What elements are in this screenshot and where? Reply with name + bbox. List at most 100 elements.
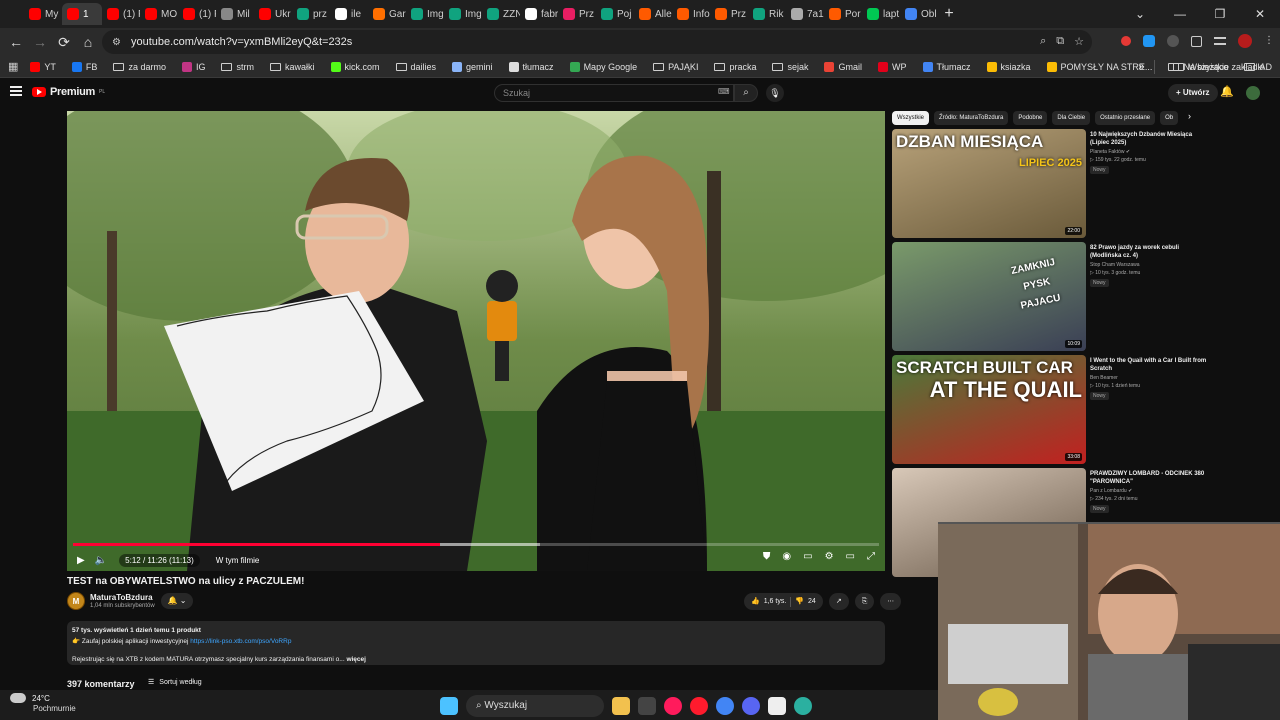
description-box[interactable]: 57 tys. wyświetleń 1 dzień temu 1 produk…: [67, 621, 885, 665]
menu-icon[interactable]: ⋮: [1264, 35, 1274, 47]
home-button[interactable]: ⌂: [76, 34, 100, 50]
bookmark-item[interactable]: Tłumacz: [915, 61, 979, 72]
opera-gx-icon[interactable]: [664, 697, 682, 715]
browser-tab[interactable]: Prz: [558, 3, 596, 25]
filter-chip[interactable]: Źródło: MaturaToBzdura: [934, 111, 1009, 125]
forward-button[interactable]: →: [28, 34, 52, 50]
mic-icon[interactable]: 🎙: [766, 84, 784, 102]
close-button[interactable]: ✕: [1240, 7, 1280, 21]
more-button[interactable]: ⋯: [880, 593, 902, 610]
thumbs-down-icon[interactable]: 👎: [795, 593, 804, 610]
recommendation-item[interactable]: DZBAN MIESIĄCA LIPIEC 2025 22:00 10 Najwięk…: [892, 129, 1272, 239]
recommendation-channel[interactable]: Ben Beamer: [1090, 375, 1118, 381]
browser-tab[interactable]: ZZN: [482, 3, 520, 25]
browser-tab[interactable]: Ukr: [254, 3, 292, 25]
channel-name[interactable]: MaturaToBzdura: [90, 593, 153, 602]
media-icon[interactable]: [1214, 37, 1226, 45]
menu-hamburger-icon[interactable]: [10, 86, 22, 96]
subtitles-icon[interactable]: ▭: [803, 551, 812, 562]
discord-icon[interactable]: [742, 697, 760, 715]
filter-chip[interactable]: Wszystkie: [892, 111, 929, 125]
bookmark-item[interactable]: gemini: [444, 61, 501, 72]
new-tab-button[interactable]: +: [938, 5, 960, 23]
browser-tab[interactable]: Obl: [900, 3, 938, 25]
browser-tab[interactable]: (1) F: [178, 3, 216, 25]
filter-chip[interactable]: Ob: [1160, 111, 1179, 125]
subscribed-bell-button[interactable]: 🔔 ⌄: [161, 593, 193, 609]
bookmark-item[interactable]: Mapy Google: [562, 61, 646, 72]
filter-chip[interactable]: Ostatnio przesłane: [1095, 111, 1156, 125]
fullscreen-icon[interactable]: ⤢: [867, 551, 875, 562]
channel-avatar[interactable]: M: [67, 592, 85, 610]
bookmark-item[interactable]: YT: [22, 61, 64, 72]
bookmark-item[interactable]: Gmail: [816, 61, 870, 72]
recommendation-channel[interactable]: Pan z Lombardu ✔: [1090, 488, 1132, 494]
search-button[interactable]: ⌕: [734, 84, 758, 102]
minimize-button[interactable]: —: [1160, 7, 1200, 21]
recommendation-item[interactable]: SCRATCH BUILT CAR AT THE QUAIL 33:08 I Went…: [892, 355, 1272, 465]
recommendation-title[interactable]: PRAWDZIWY LOMBARD - ODCINEK 380 "PAROWNI…: [1090, 470, 1210, 486]
bookmark-item[interactable]: kawałki: [262, 62, 323, 72]
apps-icon[interactable]: ▦: [8, 60, 18, 73]
recommendation-title[interactable]: I Went to the Quail with a Car I Built f…: [1090, 357, 1210, 373]
browser-tab[interactable]: Img: [444, 3, 482, 25]
translate-extension-icon[interactable]: [1143, 35, 1155, 47]
recommendation-title[interactable]: 10 Największych Dzbanów Miesiąca (Lipiec…: [1090, 131, 1210, 147]
bookmark-item[interactable]: sejak: [764, 62, 816, 72]
bookmark-item[interactable]: tłumacz: [501, 61, 562, 72]
browser-tab[interactable]: Por: [824, 3, 862, 25]
browser-tab[interactable]: ile: [330, 3, 368, 25]
recommendation-channel[interactable]: Planeta Faktów ✔: [1090, 149, 1130, 155]
browser-tab[interactable]: Prz: [710, 3, 748, 25]
browser-tab[interactable]: Img: [406, 3, 444, 25]
back-button[interactable]: ←: [4, 34, 28, 50]
bookmark-star-icon[interactable]: ☆: [1074, 35, 1084, 48]
bookmark-item[interactable]: WP: [870, 61, 915, 72]
volume-icon[interactable]: 🔈: [95, 555, 107, 566]
browser-tab[interactable]: Mil: [216, 3, 254, 25]
filter-chip[interactable]: Podobne: [1013, 111, 1048, 125]
bookmark-item[interactable]: za darmo: [105, 62, 174, 72]
like-button[interactable]: 👍 1,6 tys. 👎 24: [744, 593, 823, 610]
omnibox[interactable]: ⚙ youtube.com/watch?v=yxmBMli2eyQ&t=232s…: [102, 30, 1092, 54]
recommendation-channel[interactable]: Stop Cham Warszawa: [1090, 262, 1140, 268]
app-earth-icon[interactable]: [794, 697, 812, 715]
description-link[interactable]: https://link-pso.xtb.com/pso/VoRRp: [190, 638, 291, 645]
search-input[interactable]: Szukaj: [494, 84, 734, 102]
bookmark-item[interactable]: ksiazka: [979, 61, 1039, 72]
windows-icon[interactable]: [440, 697, 458, 715]
puzzle-icon[interactable]: [1191, 35, 1202, 47]
browser-tab[interactable]: lapt: [862, 3, 900, 25]
recommendation-thumbnail[interactable]: ZAMKNIJ PYSK PAJACU 10:09: [892, 242, 1086, 351]
browser-tab[interactable]: Gar: [368, 3, 406, 25]
all-bookmarks-button[interactable]: Wszystkie zakładki: [1165, 62, 1272, 72]
site-info-icon[interactable]: ⚙: [112, 37, 121, 48]
create-button[interactable]: + Utwórz: [1168, 84, 1218, 102]
bookmark-item[interactable]: PAJĄKI: [645, 62, 706, 72]
browser-tab[interactable]: My: [24, 3, 62, 25]
chrome-icon[interactable]: [716, 697, 734, 715]
shield-icon[interactable]: ⛊: [763, 551, 771, 562]
bookmark-item[interactable]: pracka: [706, 62, 764, 72]
sort-comments-button[interactable]: ☰ Sortuj według: [148, 678, 202, 687]
bookmark-item[interactable]: kick.com: [323, 61, 388, 72]
chevron-right-icon[interactable]: ›: [1188, 111, 1191, 121]
url-text[interactable]: youtube.com/watch?v=yxmBMli2eyQ&t=232s: [131, 36, 352, 48]
user-avatar[interactable]: [1246, 86, 1260, 100]
zoom-icon[interactable]: ⌕: [1040, 35, 1046, 48]
recommendation-item[interactable]: ZAMKNIJ PYSK PAJACU 10:09 82 Prawo jazdy z…: [892, 242, 1272, 352]
browser-tab[interactable]: 1: [62, 3, 102, 25]
save-button[interactable]: ⎘: [854, 593, 875, 610]
browser-tab[interactable]: prz: [292, 3, 330, 25]
settings-gear-icon[interactable]: ⚙: [825, 551, 834, 562]
browser-tab[interactable]: fabr: [520, 3, 558, 25]
bookmark-item[interactable]: IG: [174, 61, 214, 72]
browser-tab[interactable]: 7a1: [786, 3, 824, 25]
browser-tab[interactable]: Rik: [748, 3, 786, 25]
progress-bar[interactable]: [73, 543, 879, 546]
youtube-logo[interactable]: Premium PL: [32, 86, 105, 98]
bookmarks-more-button[interactable]: »: [1138, 61, 1144, 73]
theater-icon[interactable]: ▭: [846, 551, 855, 562]
share-button[interactable]: ↗: [828, 593, 849, 610]
extension-icon[interactable]: [1167, 35, 1179, 47]
